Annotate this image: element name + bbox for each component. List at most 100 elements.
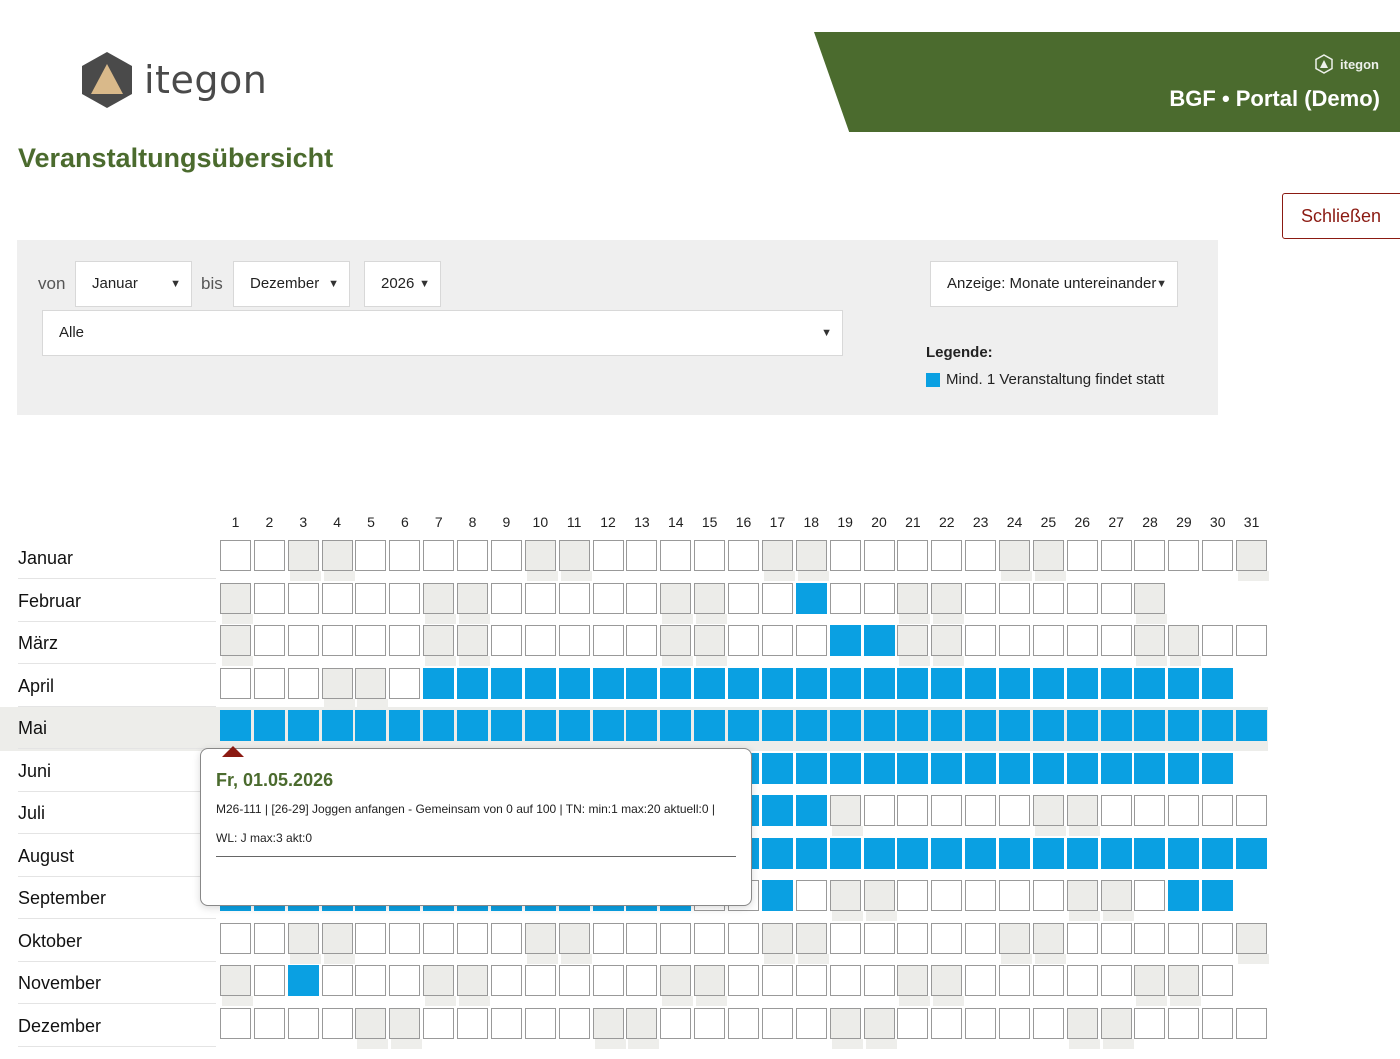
day-cell[interactable] — [999, 922, 1030, 954]
day-cell[interactable] — [829, 837, 861, 869]
day-cell[interactable] — [1100, 667, 1132, 699]
day-cell[interactable] — [728, 625, 760, 656]
day-cell[interactable] — [1168, 965, 1200, 996]
day-cell[interactable] — [761, 795, 793, 826]
day-cell[interactable] — [1134, 540, 1166, 571]
day-cell[interactable] — [728, 1007, 760, 1039]
day-cell[interactable] — [490, 922, 522, 954]
day-cell[interactable] — [761, 837, 793, 869]
day-cell[interactable] — [524, 965, 556, 996]
day-cell[interactable] — [1066, 667, 1098, 699]
day-cell[interactable] — [355, 625, 387, 656]
day-cell[interactable] — [220, 625, 251, 656]
day-cell[interactable] — [660, 540, 692, 571]
day-cell[interactable] — [694, 965, 726, 996]
day-cell[interactable] — [389, 625, 421, 656]
day-cell[interactable] — [863, 582, 895, 614]
day-cell[interactable] — [863, 837, 895, 869]
day-cell[interactable] — [1236, 1007, 1268, 1039]
day-cell[interactable] — [1066, 540, 1098, 571]
day-cell[interactable] — [321, 625, 353, 656]
day-cell[interactable] — [490, 965, 522, 996]
day-cell[interactable] — [1032, 880, 1064, 911]
day-cell[interactable] — [389, 540, 421, 571]
day-cell[interactable] — [863, 667, 895, 699]
day-cell[interactable] — [457, 965, 489, 996]
day-cell[interactable] — [220, 1007, 251, 1039]
day-cell[interactable] — [931, 710, 963, 741]
day-cell[interactable] — [795, 837, 827, 869]
from-month-select[interactable]: Januar ▼ — [75, 261, 192, 307]
day-cell[interactable] — [999, 540, 1030, 571]
day-cell[interactable] — [592, 625, 624, 656]
day-cell[interactable] — [1202, 667, 1234, 699]
day-cell[interactable] — [1066, 582, 1098, 614]
day-cell[interactable] — [490, 667, 522, 699]
day-cell[interactable] — [558, 1007, 590, 1039]
day-cell[interactable] — [524, 540, 556, 571]
day-cell[interactable] — [694, 625, 726, 656]
day-cell[interactable] — [220, 540, 251, 571]
day-cell[interactable] — [1100, 1007, 1132, 1039]
day-cell[interactable] — [1236, 795, 1268, 826]
day-cell[interactable] — [321, 922, 353, 954]
day-cell[interactable] — [321, 540, 353, 571]
day-cell[interactable] — [220, 667, 251, 699]
day-cell[interactable] — [220, 965, 251, 996]
day-cell[interactable] — [694, 922, 726, 954]
day-cell[interactable] — [1236, 710, 1268, 741]
day-cell[interactable] — [626, 965, 658, 996]
day-cell[interactable] — [660, 710, 692, 741]
day-cell[interactable] — [524, 625, 556, 656]
day-cell[interactable] — [355, 965, 387, 996]
day-cell[interactable] — [558, 667, 590, 699]
day-cell[interactable] — [795, 1007, 827, 1039]
day-cell[interactable] — [457, 582, 489, 614]
day-cell[interactable] — [863, 965, 895, 996]
day-cell[interactable] — [592, 540, 624, 571]
day-cell[interactable] — [761, 582, 793, 614]
day-cell[interactable] — [1168, 922, 1200, 954]
category-select[interactable]: Alle ▼ — [42, 310, 843, 356]
day-cell[interactable] — [931, 795, 963, 826]
day-cell[interactable] — [287, 582, 319, 614]
day-cell[interactable] — [1100, 625, 1132, 656]
day-cell[interactable] — [829, 922, 861, 954]
day-cell[interactable] — [558, 582, 590, 614]
day-cell[interactable] — [863, 625, 895, 656]
day-cell[interactable] — [1202, 752, 1234, 784]
day-cell[interactable] — [931, 922, 963, 954]
day-cell[interactable] — [1100, 965, 1132, 996]
day-cell[interactable] — [626, 922, 658, 954]
day-cell[interactable] — [1202, 710, 1234, 741]
day-cell[interactable] — [1134, 667, 1166, 699]
day-cell[interactable] — [1134, 625, 1166, 656]
day-cell[interactable] — [965, 880, 997, 911]
day-cell[interactable] — [999, 752, 1030, 784]
day-cell[interactable] — [694, 540, 726, 571]
day-cell[interactable] — [1100, 582, 1132, 614]
day-cell[interactable] — [592, 1007, 624, 1039]
day-cell[interactable] — [897, 795, 929, 826]
day-cell[interactable] — [795, 667, 827, 699]
day-cell[interactable] — [287, 1007, 319, 1039]
day-cell[interactable] — [795, 625, 827, 656]
day-cell[interactable] — [389, 710, 421, 741]
day-cell[interactable] — [592, 965, 624, 996]
day-cell[interactable] — [1032, 922, 1064, 954]
day-cell[interactable] — [829, 965, 861, 996]
day-cell[interactable] — [355, 540, 387, 571]
day-cell[interactable] — [321, 667, 353, 699]
day-cell[interactable] — [829, 752, 861, 784]
day-cell[interactable] — [423, 582, 455, 614]
day-cell[interactable] — [524, 710, 556, 741]
day-cell[interactable] — [1066, 795, 1098, 826]
day-cell[interactable] — [1032, 965, 1064, 996]
day-cell[interactable] — [1134, 582, 1166, 614]
day-cell[interactable] — [761, 880, 793, 911]
day-cell[interactable] — [1032, 582, 1064, 614]
day-cell[interactable] — [626, 667, 658, 699]
day-cell[interactable] — [321, 710, 353, 741]
day-cell[interactable] — [965, 667, 997, 699]
day-cell[interactable] — [829, 710, 861, 741]
